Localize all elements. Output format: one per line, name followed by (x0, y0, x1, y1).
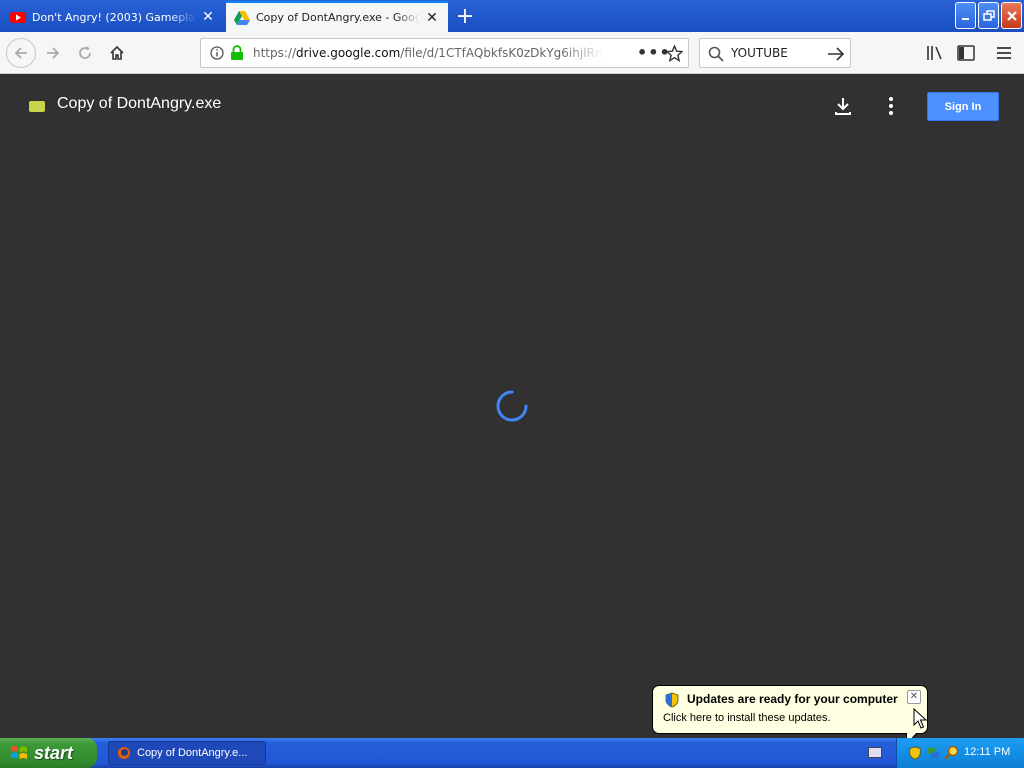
go-arrow-icon[interactable] (827, 46, 845, 62)
lock-icon (231, 45, 243, 60)
close-window-button[interactable] (1001, 2, 1022, 29)
info-icon[interactable] (210, 46, 224, 60)
close-tab-icon[interactable]: ✕ (424, 10, 440, 26)
restore-button[interactable] (978, 2, 999, 29)
firefox-icon (118, 747, 130, 759)
keyboard-icon[interactable] (868, 747, 882, 758)
new-tab-button[interactable]: + (452, 4, 478, 29)
url-text[interactable]: https://drive.google.com/file/d/1CTfAQbk… (253, 46, 603, 60)
forward-arrow-icon (47, 47, 60, 59)
search-bar[interactable]: YOUTUBE (699, 38, 851, 68)
home-icon (110, 45, 124, 60)
tab-google-drive[interactable]: Copy of DontAngry.exe - Google Drive ✕ (226, 1, 448, 32)
tab-title: Don't Angry! (2003) Gameplay - YouTube (32, 10, 196, 24)
url-path: /file/d/1CTfAQbkfsK0zDkYg6ihjlRmK (400, 46, 603, 60)
windows-taskbar: start Copy of DontAngry.e... 12:11 PM (0, 738, 1024, 768)
network-icon[interactable] (926, 745, 940, 761)
minimize-icon (961, 17, 969, 20)
magnifier-icon[interactable] (944, 745, 960, 761)
start-button[interactable]: start (0, 738, 97, 768)
notification-title: Updates are ready for your computer (687, 692, 898, 706)
search-icon (708, 46, 724, 62)
notification-text[interactable]: Click here to install these updates. (663, 712, 831, 724)
close-icon (1006, 10, 1017, 21)
menu-icon[interactable] (995, 45, 1013, 61)
taskbar-item-firefox[interactable]: Copy of DontAngry.e... (108, 741, 266, 765)
close-notification-button[interactable]: ✕ (907, 690, 921, 704)
back-arrow-icon (14, 47, 27, 59)
minimize-button[interactable] (955, 2, 976, 29)
start-label: start (34, 742, 74, 763)
restore-icon (982, 9, 995, 21)
sign-in-button[interactable]: Sign In (927, 92, 999, 121)
sidebar-toggle-icon[interactable] (957, 45, 975, 61)
clock: 12:11 PM (964, 746, 1011, 758)
file-type-icon (29, 101, 45, 112)
reload-icon (79, 46, 91, 59)
url-prefix: https:// (253, 46, 297, 60)
browser-tab-strip: Don't Angry! (2003) Gameplay - YouTube ✕… (0, 0, 1024, 32)
file-title: Copy of DontAngry.exe (57, 95, 222, 112)
mouse-cursor-icon (913, 708, 927, 729)
more-options-icon[interactable] (880, 93, 902, 119)
bookmark-star-icon[interactable] (666, 45, 683, 62)
security-shield-icon (665, 692, 679, 708)
drive-file-viewer: Copy of DontAngry.exe Sign In (0, 75, 1024, 738)
update-notification-balloon[interactable]: Updates are ready for your computer Clic… (652, 685, 928, 734)
google-drive-icon (234, 10, 250, 25)
search-input[interactable]: YOUTUBE (731, 46, 788, 60)
back-button[interactable] (6, 38, 36, 68)
url-host: drive.google.com (296, 46, 401, 60)
download-icon[interactable] (830, 93, 856, 119)
windows-logo-icon (11, 746, 27, 759)
library-icon[interactable] (926, 45, 944, 61)
reload-button[interactable] (70, 38, 100, 68)
taskbar-item-label: Copy of DontAngry.e... (137, 747, 248, 759)
tab-youtube[interactable]: Don't Angry! (2003) Gameplay - YouTube ✕ (2, 2, 224, 32)
update-shield-icon[interactable] (908, 745, 922, 761)
loading-spinner-icon (496, 390, 528, 422)
youtube-icon (10, 12, 26, 23)
home-button[interactable] (102, 38, 132, 68)
tab-title: Copy of DontAngry.exe - Google Drive (256, 11, 420, 24)
forward-button[interactable] (38, 38, 68, 68)
browser-toolbar: https://drive.google.com/file/d/1CTfAQbk… (0, 32, 1024, 74)
address-bar[interactable]: https://drive.google.com/file/d/1CTfAQbk… (200, 38, 689, 68)
close-tab-icon[interactable]: ✕ (200, 9, 216, 25)
